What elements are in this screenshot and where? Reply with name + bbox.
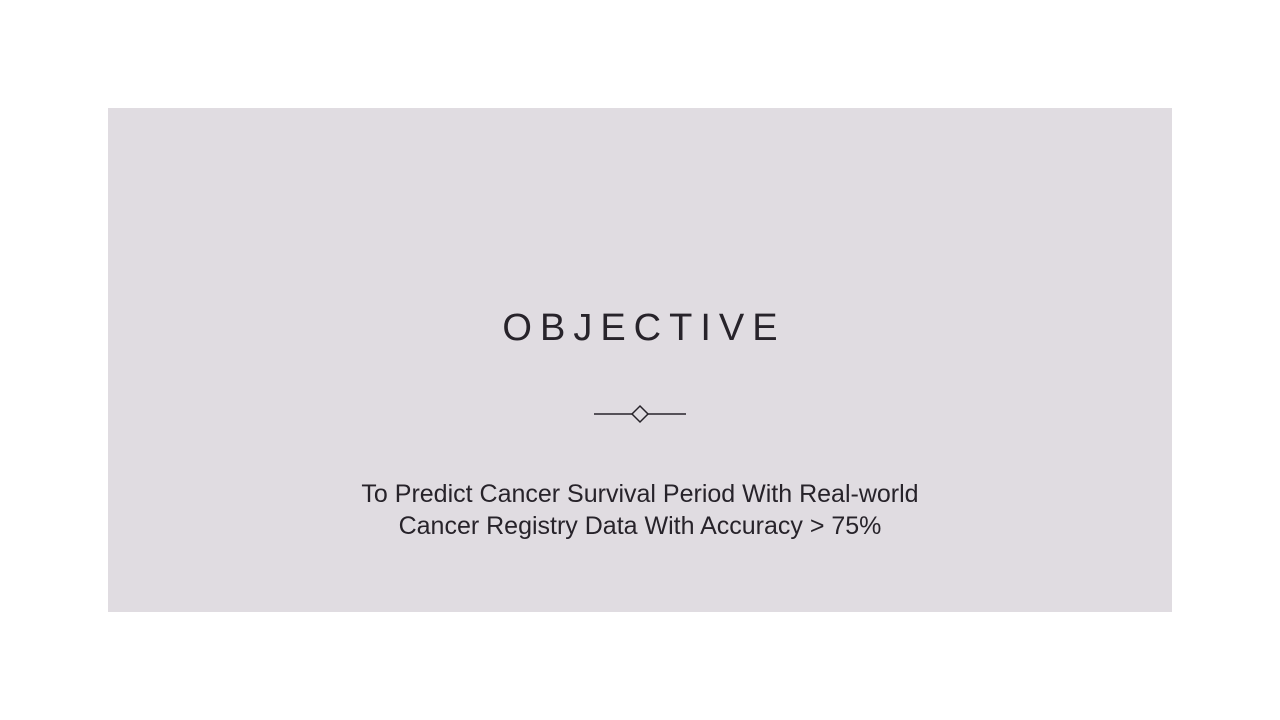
diamond-divider-icon: [594, 404, 686, 424]
slide-panel: OBJECTIVE To Predict Cancer Survival Per…: [108, 108, 1172, 612]
slide-title: OBJECTIVE: [502, 307, 786, 349]
objective-line-2: Cancer Registry Data With Accuracy > 75%: [398, 512, 882, 540]
objective-line-1: To Predict Cancer Survival Period With R…: [361, 480, 919, 508]
objective-statement: To Predict Cancer Survival Period With R…: [108, 478, 1172, 542]
